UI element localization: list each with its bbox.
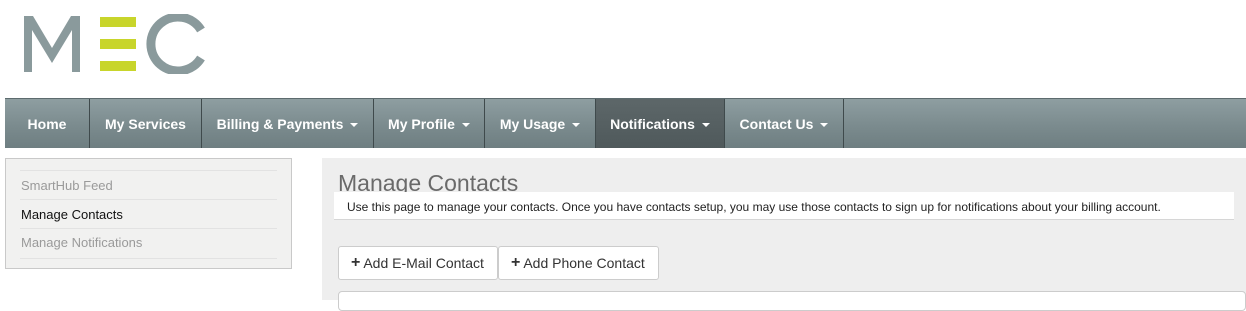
nav-my-usage[interactable]: My Usage	[485, 99, 596, 148]
side-divider	[20, 170, 277, 171]
logo-bar-bottom	[100, 61, 136, 71]
caret-down-icon	[461, 122, 470, 127]
plus-icon: +	[351, 254, 361, 271]
nav-contact-us[interactable]: Contact Us	[725, 99, 844, 148]
add-phone-contact-button[interactable]: + Add Phone Contact	[498, 246, 659, 280]
nav-my-profile[interactable]: My Profile	[374, 99, 485, 148]
side-divider	[20, 228, 277, 229]
nav-billing-payments-label: Billing & Payments	[216, 115, 344, 132]
nav-notifications[interactable]: Notifications	[596, 99, 725, 148]
add-phone-contact-label: Add Phone Contact	[523, 255, 645, 271]
logo-letter-c	[146, 14, 205, 74]
nav-home[interactable]: Home	[5, 99, 90, 148]
sidebar-item-manage-notifications[interactable]: Manage Notifications	[21, 235, 142, 250]
add-email-contact-button[interactable]: + Add E-Mail Contact	[338, 246, 498, 280]
nav-contact-us-label: Contact Us	[739, 115, 814, 132]
side-divider	[20, 199, 277, 200]
side-divider	[20, 258, 277, 259]
nav-my-services[interactable]: My Services	[90, 99, 202, 148]
nav-my-usage-label: My Usage	[499, 115, 566, 132]
side-menu: SmartHub Feed Manage Contacts Manage Not…	[5, 158, 292, 269]
mec-logo	[24, 14, 205, 74]
plus-icon: +	[511, 254, 521, 271]
nav-home-label: Home	[27, 115, 67, 132]
logo-bar-top	[100, 17, 136, 27]
caret-down-icon	[350, 122, 359, 127]
logo-bar-middle	[100, 39, 136, 49]
nav-billing-payments[interactable]: Billing & Payments	[202, 99, 374, 148]
nav-my-profile-label: My Profile	[388, 115, 455, 132]
sidebar-item-manage-contacts[interactable]: Manage Contacts	[21, 207, 123, 222]
sidebar-item-smarthub-feed[interactable]: SmartHub Feed	[21, 178, 113, 193]
nav-notifications-label: Notifications	[610, 115, 695, 132]
add-email-contact-label: Add E-Mail Contact	[363, 255, 484, 271]
caret-down-icon	[572, 122, 581, 127]
main-panel: Manage Contacts Use this page to manage …	[322, 158, 1246, 311]
caret-down-icon	[701, 122, 710, 127]
intro-text: Use this page to manage your contacts. O…	[334, 192, 1234, 220]
nav-my-services-label: My Services	[105, 115, 186, 132]
logo-letter-m	[24, 16, 80, 72]
contacts-list-panel	[338, 291, 1246, 311]
caret-down-icon	[820, 122, 829, 127]
main-nav: Home My Services Billing & Payments My P…	[5, 98, 1246, 148]
